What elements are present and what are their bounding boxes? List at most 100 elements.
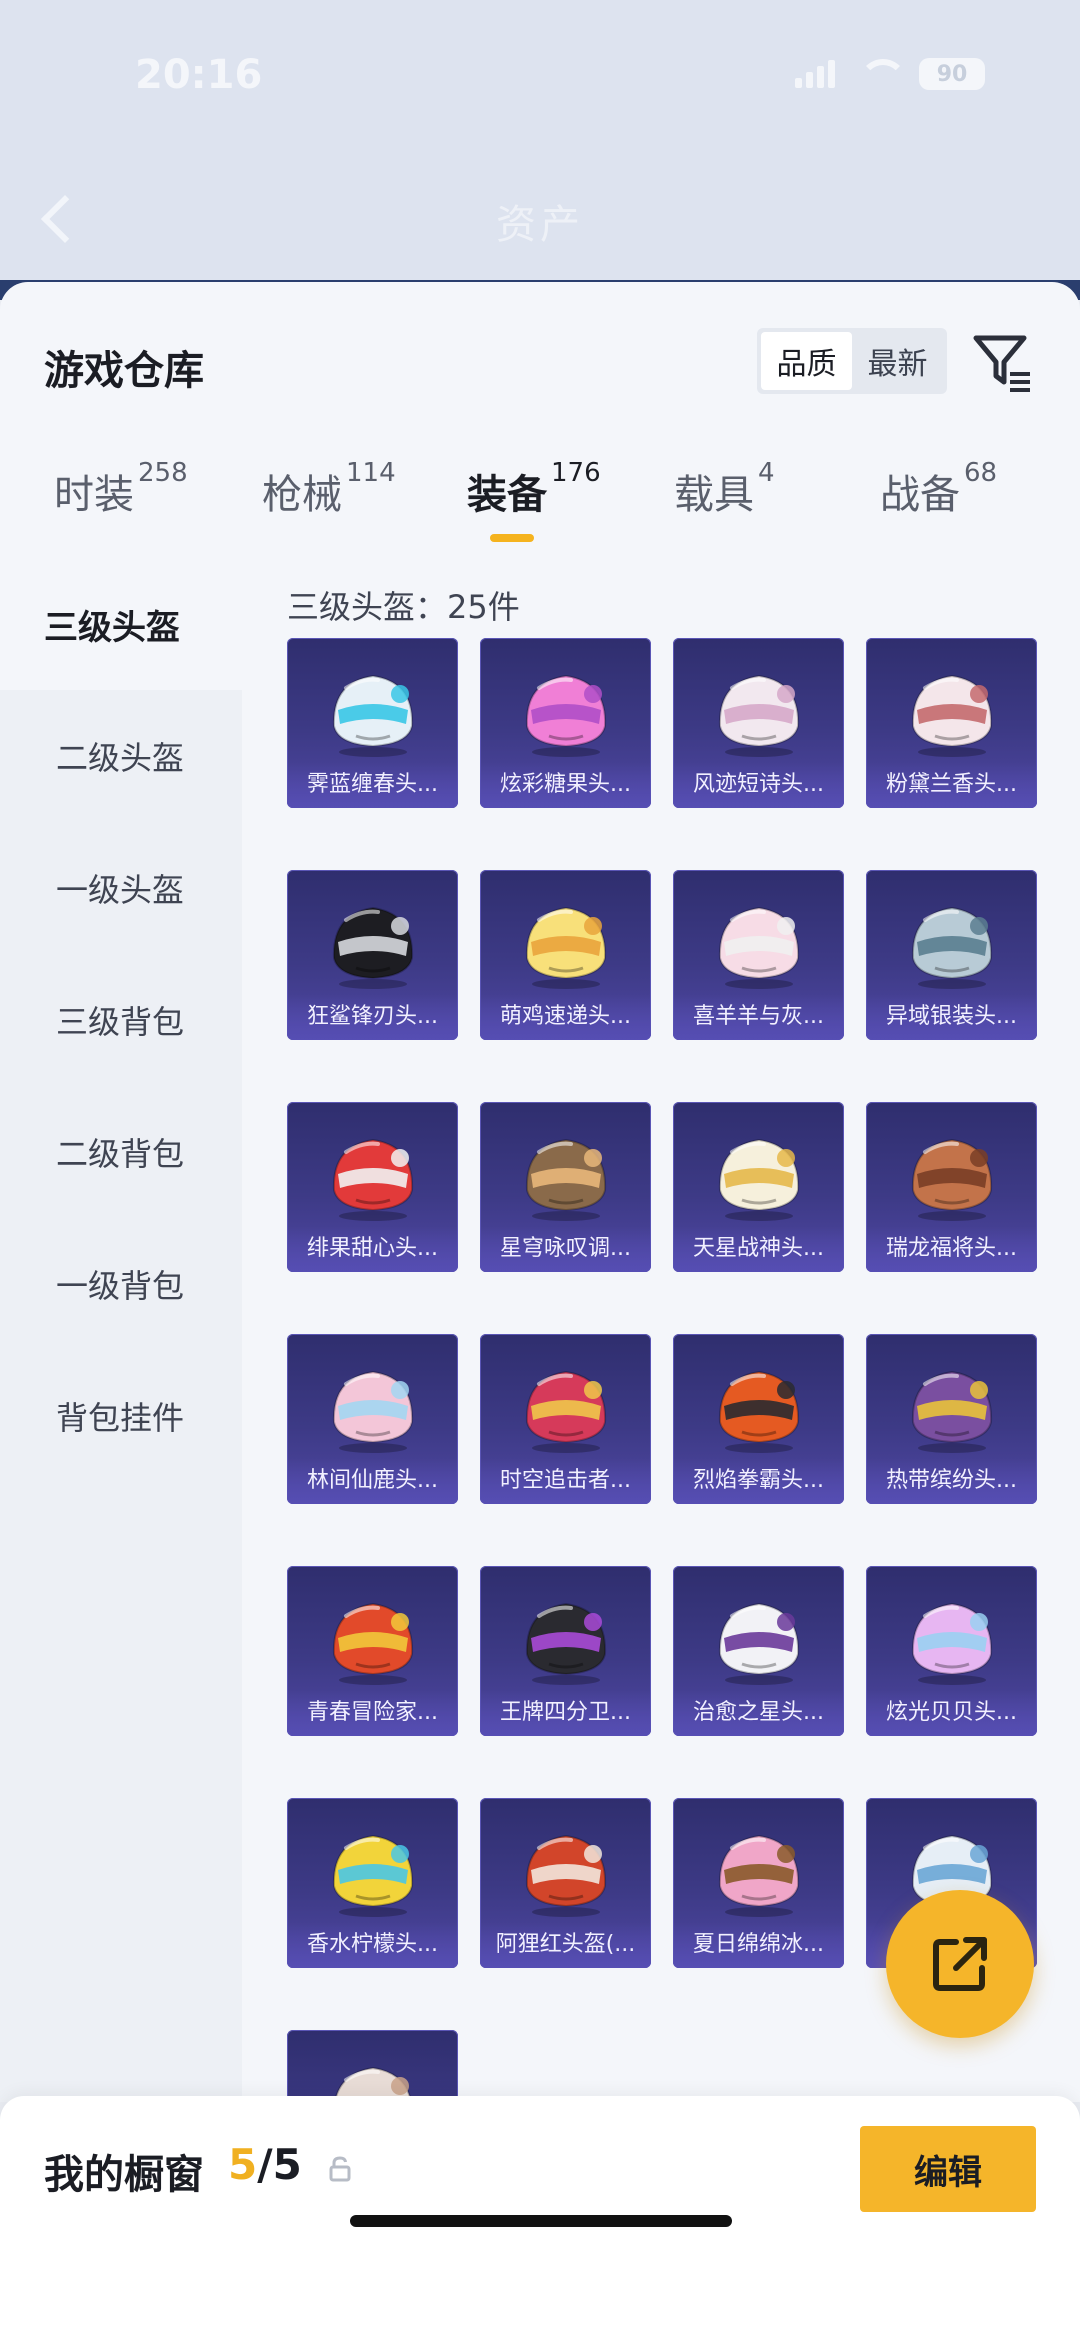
share-button[interactable] — [886, 1890, 1034, 2038]
item-name: 霁蓝缠春头... — [307, 772, 438, 797]
item-name: 阿狸红头盔(... — [495, 1932, 636, 1957]
item-card[interactable]: 霁蓝缠春头... — [287, 638, 458, 808]
item-card[interactable]: 烈焰拳霸头... — [673, 1334, 844, 1504]
item-card[interactable]: 粉黛兰香头... — [866, 638, 1037, 808]
helmet-icon — [332, 1370, 414, 1453]
section-header: 三级头盔：25件 — [287, 588, 520, 626]
item-card[interactable]: 热带缤纷头... — [866, 1334, 1037, 1504]
helmet-icon — [718, 1138, 800, 1221]
status-time: 20:16 — [135, 52, 263, 98]
tab-count: 4 — [758, 458, 775, 488]
item-name: 炫光贝贝头... — [886, 1700, 1017, 1725]
item-grid: 霁蓝缠春头... 炫彩糖果头... 风迹短诗头... 粉黛兰香头... 狂鲨锋刃头...… — [287, 638, 1067, 2102]
status-bar: 20:16 90 — [0, 0, 1080, 150]
item-name: 异域银装头... — [886, 1004, 1017, 1029]
app-header: 资产 — [0, 150, 1080, 290]
item-card[interactable]: 青春冒险家... — [287, 1566, 458, 1736]
showcase-label: 我的橱窗 — [44, 2152, 204, 2198]
active-tab-indicator — [490, 534, 534, 542]
helmet-icon — [911, 1602, 993, 1685]
tab-label: 装备 — [467, 472, 547, 518]
helmet-icon — [718, 1370, 800, 1453]
sort-option-quality[interactable]: 品质 — [761, 332, 852, 390]
item-card[interactable]: 炫光贝贝头... — [866, 1566, 1037, 1736]
helmet-icon — [718, 1602, 800, 1685]
sidebar-item-level2-helmet[interactable]: 二级头盔 — [0, 690, 242, 822]
item-card[interactable]: 绯果甜心头... — [287, 1102, 458, 1272]
item-name: 瑞龙福将头... — [886, 1236, 1017, 1261]
helmet-icon — [911, 674, 993, 757]
helmet-icon — [332, 1834, 414, 1917]
edit-button[interactable]: 编辑 — [860, 2126, 1036, 2212]
helmet-icon — [911, 906, 993, 989]
sidebar-item-level3-backpack[interactable]: 三级背包 — [0, 954, 242, 1086]
item-card[interactable]: 炫彩糖果头... — [480, 638, 651, 808]
item-card[interactable]: 异域银装头... — [866, 870, 1037, 1040]
item-card[interactable]: 阿狸红头盔(... — [480, 1798, 651, 1968]
sidebar-item-level1-backpack[interactable]: 一级背包 — [0, 1218, 242, 1350]
item-card[interactable]: 瑞龙福将头... — [866, 1102, 1037, 1272]
sidebar-item-level3-helmet[interactable]: 三级头盔 — [0, 558, 242, 690]
sidebar: 三级头盔 二级头盔 一级头盔 三级背包 二级背包 一级背包 背包挂件 — [0, 558, 242, 2102]
signal-icon — [795, 60, 835, 88]
sort-option-newest[interactable]: 最新 — [852, 332, 943, 390]
item-name: 粉黛兰香头... — [886, 772, 1017, 797]
share-icon — [933, 1937, 987, 1991]
item-name: 绯果甜心头... — [307, 1236, 438, 1261]
item-name: 星穹咏叹调... — [500, 1236, 631, 1261]
item-name: 风迹短诗头... — [693, 772, 824, 797]
wifi-icon — [857, 59, 907, 89]
item-card[interactable]: 王牌四分卫... — [480, 1566, 651, 1736]
showcase-count: 5/5 — [228, 2140, 302, 2189]
app-title: 资产 — [496, 202, 584, 248]
helmet-icon — [525, 906, 607, 989]
helmet-icon — [718, 906, 800, 989]
tab-vehicles[interactable]: 载具 4 — [674, 458, 775, 520]
tab-count: 258 — [138, 458, 188, 488]
item-card[interactable]: 喜羊羊与灰... — [673, 870, 844, 1040]
item-card[interactable]: 风迹短诗头... — [673, 638, 844, 808]
item-card[interactable]: 夏日绵绵冰... — [673, 1798, 844, 1968]
lock-icon — [329, 2156, 351, 2182]
sidebar-item-level1-helmet[interactable]: 一级头盔 — [0, 822, 242, 954]
tab-equipment[interactable]: 装备 176 — [467, 458, 601, 520]
item-name: 治愈之星头... — [693, 1700, 824, 1725]
helmet-icon — [332, 1138, 414, 1221]
item-name: 林间仙鹿头... — [307, 1468, 438, 1493]
status-icons: 90 — [795, 58, 985, 90]
item-content: 三级头盔：25件 霁蓝缠春头... 炫彩糖果头... 风迹短诗头... 粉黛兰香头..… — [242, 558, 1080, 2102]
sort-toggle: 品质 最新 — [757, 328, 947, 394]
item-card[interactable]: 萌鸡速递头... — [480, 870, 651, 1040]
helmet-icon — [525, 1602, 607, 1685]
sidebar-item-backpack-charm[interactable]: 背包挂件 — [0, 1350, 242, 1482]
item-card[interactable]: 星穹咏叹调... — [480, 1102, 651, 1272]
item-name: 香水柠檬头... — [307, 1932, 438, 1957]
tab-fashion[interactable]: 时装 258 — [54, 458, 188, 520]
item-card[interactable] — [287, 2030, 458, 2102]
showcase-count-current: 5 — [228, 2140, 258, 2189]
item-card[interactable]: 林间仙鹿头... — [287, 1334, 458, 1504]
helmet-icon — [525, 1138, 607, 1221]
item-card[interactable]: 天星战神头... — [673, 1102, 844, 1272]
item-name: 夏日绵绵冰... — [693, 1932, 824, 1957]
item-card[interactable]: 治愈之星头... — [673, 1566, 844, 1736]
helmet-icon — [525, 1834, 607, 1917]
helmet-icon — [525, 1370, 607, 1453]
tab-label: 战备 — [880, 472, 960, 518]
filter-icon[interactable] — [970, 330, 1034, 394]
item-card[interactable]: 香水柠檬头... — [287, 1798, 458, 1968]
item-name: 热带缤纷头... — [886, 1468, 1017, 1493]
home-indicator — [350, 2215, 732, 2227]
tab-label: 时装 — [54, 472, 134, 518]
battery-icon: 90 — [919, 58, 985, 90]
item-name: 喜羊羊与灰... — [693, 1004, 824, 1029]
tab-firearms[interactable]: 枪械 114 — [262, 458, 396, 520]
item-card[interactable]: 时空追击者... — [480, 1334, 651, 1504]
tab-combat-supplies[interactable]: 战备 68 — [880, 458, 997, 520]
item-name: 王牌四分卫... — [500, 1700, 631, 1725]
sidebar-item-level2-backpack[interactable]: 二级背包 — [0, 1086, 242, 1218]
sheet-title: 游戏仓库 — [44, 348, 204, 394]
category-tabs: 时装 258 枪械 114 装备 176 载具 4 战备 68 — [0, 442, 1080, 552]
item-name: 萌鸡速递头... — [500, 1004, 631, 1029]
item-card[interactable]: 狂鲨锋刃头... — [287, 870, 458, 1040]
